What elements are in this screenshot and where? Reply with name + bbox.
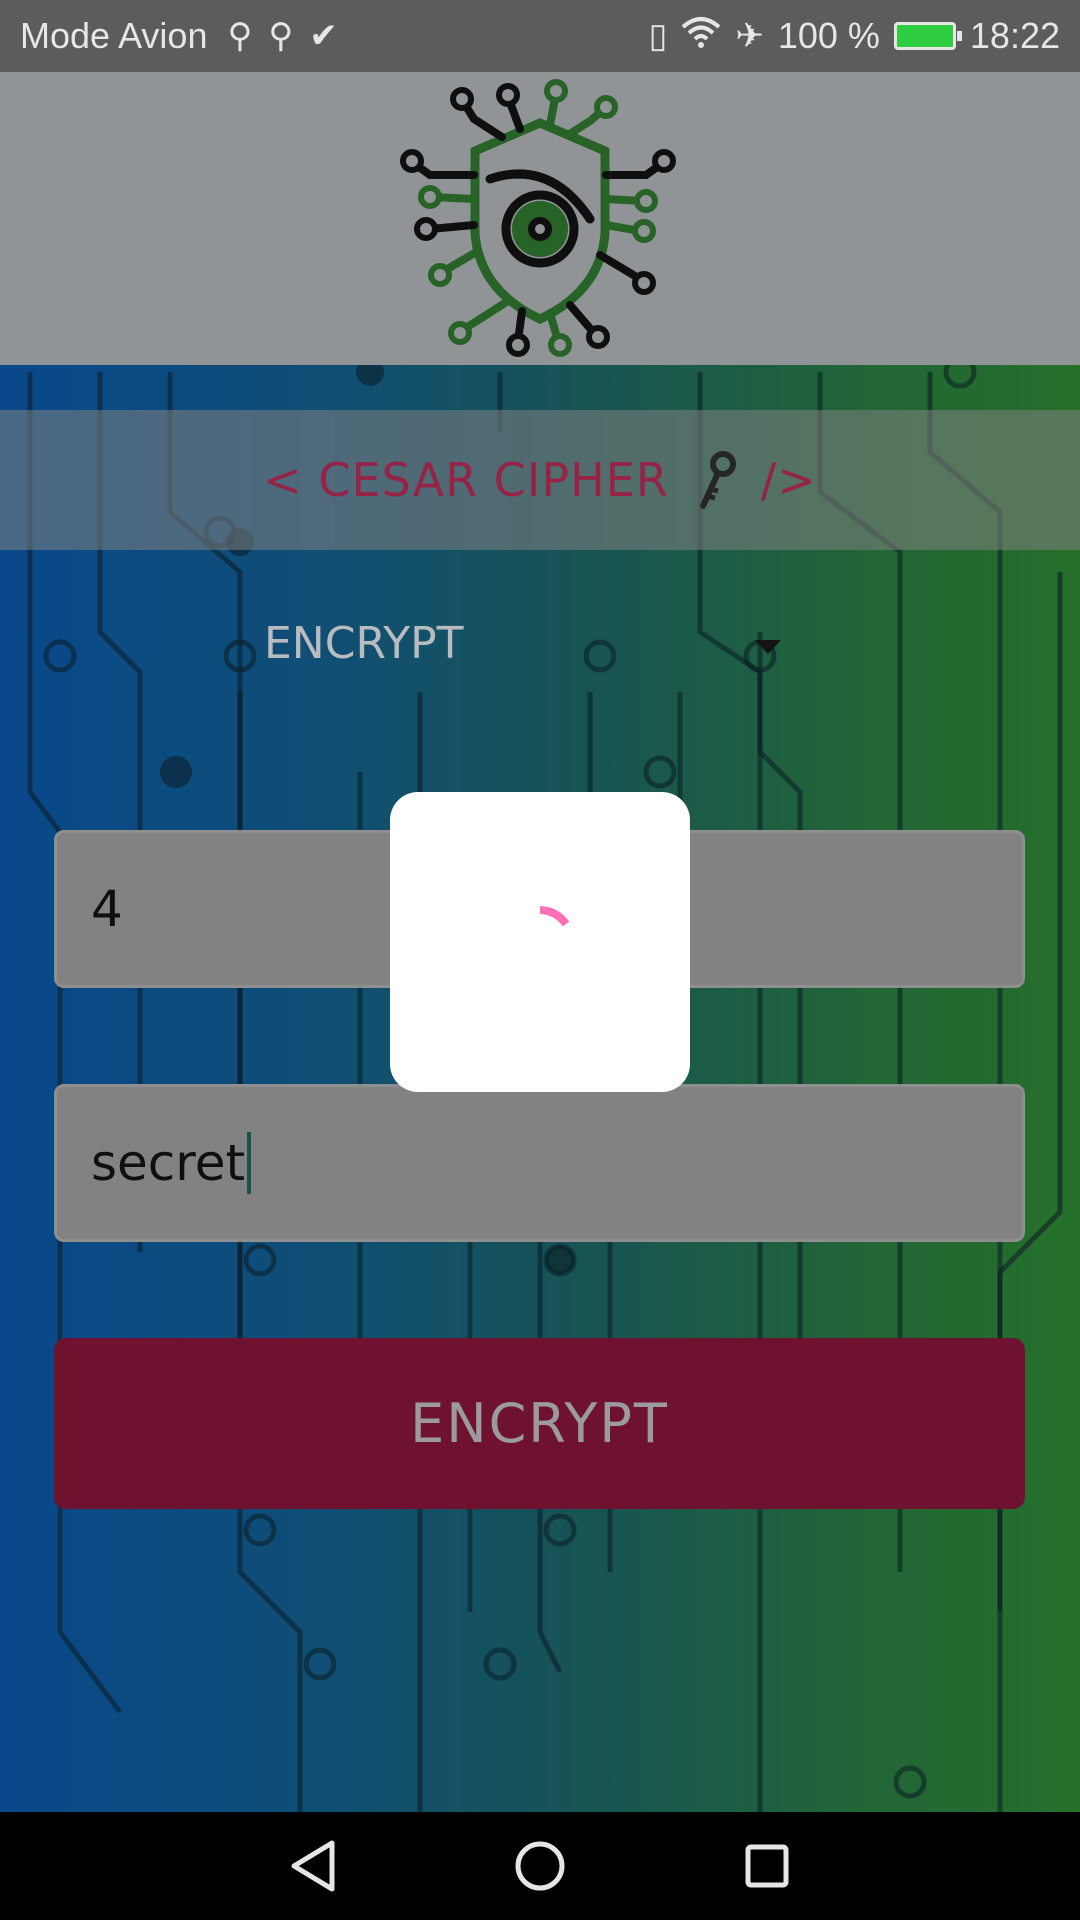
loading-spinner-icon (539, 906, 570, 927)
system-nav-bar (0, 1812, 1080, 1920)
key-icon (685, 450, 745, 510)
battery-percent: 100 % (777, 15, 880, 56)
chevron-down-icon[interactable] (755, 640, 781, 654)
recents-icon[interactable] (737, 1836, 797, 1896)
key-input-value: 4 (91, 880, 123, 938)
home-icon[interactable] (510, 1836, 570, 1896)
text-input-value: secret (91, 1134, 246, 1192)
app-header (0, 72, 1080, 365)
carrier-label: Mode Avion (20, 15, 208, 56)
text-input[interactable]: secret (54, 1084, 1025, 1242)
wifi-icon (681, 15, 721, 58)
status-bar: Mode Avion ⚲ ⚲ ✔ ▯ ✈ 100 % 18:22 (0, 0, 1080, 72)
back-icon[interactable] (283, 1836, 343, 1896)
mode-spinner[interactable]: ENCRYPT (264, 618, 463, 669)
usb-icon: ⚲ (268, 17, 294, 55)
page-title-suffix: /> (760, 453, 817, 507)
download-done-icon: ✔ (309, 17, 338, 55)
title-band: < CESAR CIPHER /> (0, 410, 1080, 550)
vibrate-icon: ▯ (648, 17, 668, 55)
battery-charging-icon (893, 22, 962, 50)
usb-icon: ⚲ (227, 17, 253, 55)
text-cursor (247, 1132, 252, 1194)
loading-dialog (390, 792, 690, 1092)
eye-shield-circuit-logo (400, 78, 676, 357)
encrypt-button[interactable]: ENCRYPT (54, 1338, 1025, 1509)
page-title: < CESAR CIPHER (263, 453, 669, 507)
airplane-icon: ✈ (735, 17, 764, 55)
clock: 18:22 (969, 15, 1060, 56)
